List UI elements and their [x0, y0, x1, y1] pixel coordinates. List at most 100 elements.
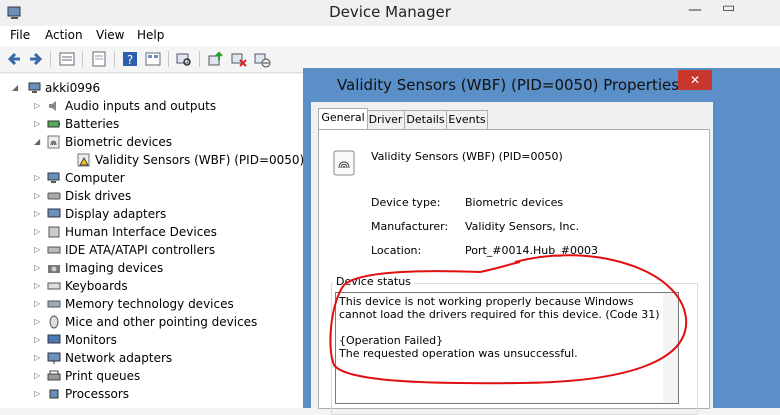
- expand-arrow-icon[interactable]: ▷: [34, 313, 44, 331]
- ide-icon: [47, 246, 61, 254]
- processor-icon: [49, 389, 59, 399]
- collapse-arrow-icon[interactable]: ◢: [34, 133, 44, 151]
- expand-arrow-icon[interactable]: ▷: [34, 331, 44, 349]
- svg-text:?: ?: [127, 53, 133, 67]
- expand-arrow-icon[interactable]: ▷: [34, 277, 44, 295]
- expand-arrow-icon[interactable]: ▷: [34, 97, 44, 115]
- maximize-icon[interactable]: ▭: [722, 0, 735, 16]
- properties-dialog: Validity Sensors (WBF) (PID=0050) Proper…: [303, 68, 780, 415]
- expand-arrow-icon[interactable]: ▷: [34, 295, 44, 313]
- dialog-titlebar: Validity Sensors (WBF) (PID=0050) Proper…: [303, 68, 780, 102]
- toolbar-separator: [114, 51, 115, 67]
- disk-icon: [47, 192, 61, 200]
- printer-icon: [47, 370, 61, 381]
- tree-item-label: Keyboards: [65, 279, 128, 293]
- dialog-title: Validity Sensors (WBF) (PID=0050) Proper…: [336, 76, 680, 94]
- tree-item-label: Disk drives: [65, 189, 132, 203]
- tab-driver[interactable]: Driver: [366, 110, 405, 129]
- expand-arrow-icon[interactable]: ▷: [34, 169, 44, 187]
- camera-icon: [48, 265, 60, 273]
- forward-arrow-icon[interactable]: [26, 50, 44, 68]
- location-label: Location:: [371, 244, 422, 257]
- location-value: Port_#0014.Hub_#0003: [465, 244, 598, 257]
- expand-arrow-icon[interactable]: ▷: [34, 187, 44, 205]
- device-type-label: Device type:: [371, 196, 441, 209]
- properties-sheet-icon[interactable]: [58, 50, 76, 68]
- update-driver-icon[interactable]: [206, 50, 224, 68]
- show-hidden-icon[interactable]: [90, 50, 108, 68]
- expand-arrow-icon[interactable]: ▷: [34, 349, 44, 367]
- tree-item-label: Memory technology devices: [65, 297, 234, 311]
- window-title: Device Manager: [329, 3, 451, 21]
- tree-item-label: Imaging devices: [65, 261, 164, 275]
- expand-arrow-icon[interactable]: ▷: [34, 115, 44, 133]
- tree-item-label: Display adapters: [65, 207, 167, 221]
- device-name: Validity Sensors (WBF) (PID=0050): [371, 150, 563, 163]
- status-scrollbar[interactable]: [663, 293, 678, 403]
- menu-view[interactable]: View: [96, 28, 124, 42]
- expand-arrow-icon[interactable]: ▷: [34, 241, 44, 259]
- tab-events[interactable]: Events: [446, 110, 488, 129]
- toolbar-separator: [82, 51, 83, 67]
- expand-arrow-icon[interactable]: ▷: [34, 205, 44, 223]
- tree-item-label: Biometric devices: [65, 135, 173, 149]
- scan-hardware-icon[interactable]: [175, 50, 193, 68]
- tree-item-label: Validity Sensors (WBF) (PID=0050): [95, 153, 305, 167]
- tree-item-label: Print queues: [65, 369, 141, 383]
- tree-item-label: Mice and other pointing devices: [65, 315, 258, 329]
- hid-icon: [48, 226, 60, 238]
- menu-help[interactable]: Help: [137, 28, 164, 42]
- tree-item-label: Audio inputs and outputs: [65, 99, 217, 113]
- tab-details[interactable]: Details: [404, 110, 447, 129]
- tree-item-label: Network adapters: [65, 351, 173, 365]
- computer-icon: [47, 172, 60, 183]
- back-arrow-icon[interactable]: [6, 50, 24, 68]
- expand-arrow-icon[interactable]: ▷: [34, 367, 44, 385]
- device-status-title: Device status: [333, 275, 414, 288]
- toolbar-separator: [50, 51, 51, 67]
- manufacturer-label: Manufacturer:: [371, 220, 449, 233]
- toolbar-separator: [199, 51, 200, 67]
- device-status-textbox[interactable]: This device is not working properly beca…: [335, 292, 679, 404]
- device-status-text: This device is not working properly beca…: [339, 295, 660, 360]
- general-tab-panel: Validity Sensors (WBF) (PID=0050) Device…: [318, 129, 710, 415]
- memory-icon: [47, 300, 61, 308]
- device-grid-icon[interactable]: [144, 50, 162, 68]
- dialog-body: General Driver Details Events Validity S…: [311, 102, 713, 415]
- tree-item-label: Human Interface Devices: [65, 225, 217, 239]
- monitor-icon: [47, 334, 61, 344]
- window-titlebar: Device Manager — ▭: [0, 0, 780, 27]
- expand-arrow-icon[interactable]: ▷: [34, 259, 44, 277]
- tree-item-label: Computer: [65, 171, 125, 185]
- toolbar-separator: [168, 51, 169, 67]
- tree-item-label: Batteries: [65, 117, 120, 131]
- battery-icon: [47, 120, 60, 128]
- tree-item-label: Processors: [65, 387, 130, 401]
- tree-root-label: akki0996: [45, 81, 101, 95]
- device-tree: ◢ akki0996 ▷ Audio inputs and outputs ▷ Bat…: [0, 74, 305, 408]
- manufacturer-value: Validity Sensors, Inc.: [465, 220, 580, 233]
- fingerprint-device-icon: [333, 150, 355, 176]
- expand-arrow-icon[interactable]: ▷: [34, 223, 44, 241]
- fingerprint-icon: [47, 135, 60, 149]
- expand-arrow-icon[interactable]: ▷: [34, 385, 44, 403]
- dialog-close-button[interactable]: ✕: [678, 70, 712, 90]
- tab-general[interactable]: General: [318, 108, 368, 129]
- minimize-icon[interactable]: —: [688, 2, 702, 18]
- display-icon: [47, 208, 61, 218]
- mouse-icon: [49, 315, 59, 329]
- warning-device-icon: [77, 153, 90, 167]
- tree-item-label: Monitors: [65, 333, 117, 347]
- computer-root-icon: [28, 82, 41, 93]
- disable-device-icon[interactable]: [253, 50, 271, 68]
- menu-action[interactable]: Action: [45, 28, 83, 42]
- menu-file[interactable]: File: [10, 28, 30, 42]
- network-icon: [47, 352, 61, 364]
- uninstall-device-icon[interactable]: [230, 50, 248, 68]
- keyboard-icon: [47, 282, 61, 290]
- speaker-icon: [49, 101, 56, 111]
- menu-bar: File Action View Help: [0, 26, 780, 46]
- help-icon[interactable]: ?: [121, 50, 139, 68]
- collapse-arrow-icon[interactable]: ◢: [12, 79, 22, 97]
- device-type-value: Biometric devices: [465, 196, 564, 209]
